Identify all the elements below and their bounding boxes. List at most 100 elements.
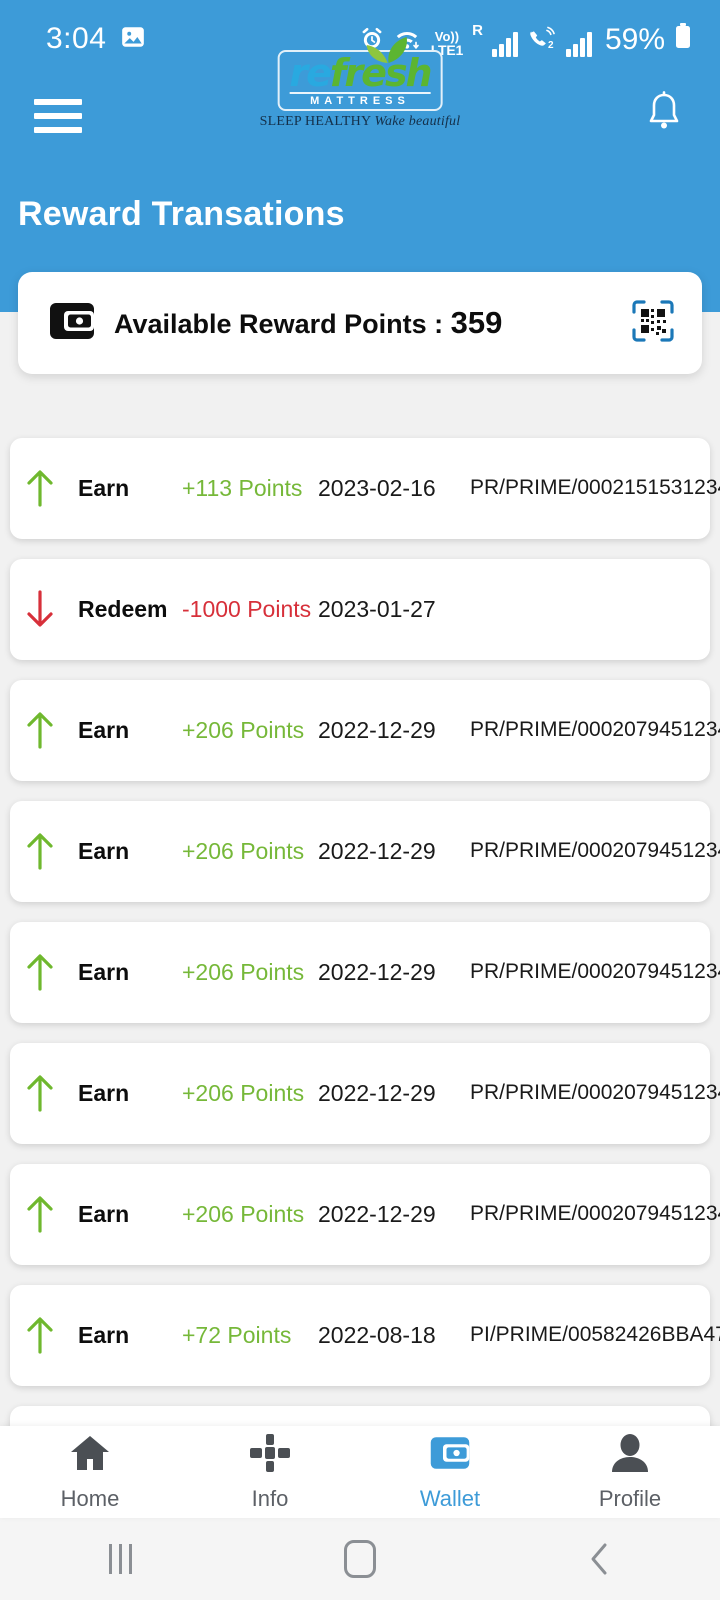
txn-type: Earn: [78, 1079, 130, 1106]
txn-points: +206 Points: [182, 716, 305, 743]
system-navigation-bar: [0, 1518, 720, 1600]
txn-date: 2022-12-29: [318, 1200, 436, 1227]
nav-item-home[interactable]: Home: [0, 1433, 180, 1512]
call-sim2-icon: 2: [527, 26, 557, 57]
bottom-navigation: Home Info Wallet Profile: [0, 1426, 720, 1518]
txn-reference: PR/PRIME/000207945123459: [470, 839, 720, 863]
battery-percent-label: 59%: [604, 22, 665, 56]
qr-scan-icon[interactable]: [630, 298, 676, 349]
txn-date: 2022-12-29: [318, 1079, 436, 1106]
txn-reference: PR/PRIME/000207945123460: [470, 718, 720, 742]
wallet-icon: [48, 299, 96, 348]
txn-points: +206 Points: [182, 837, 305, 864]
arrow-up-icon: [24, 951, 78, 993]
recents-icon[interactable]: [0, 1544, 240, 1574]
arrow-up-icon: [24, 709, 78, 751]
table-row[interactable]: Earn +206 Points 2022-12-29 PR/PRIME/000…: [10, 921, 720, 1023]
tagline-bold: SLEEP HEALTHY: [259, 114, 371, 130]
home-square-icon[interactable]: [240, 1540, 480, 1578]
txn-reference: PI/PRIME/00582426BBA47c: [470, 1323, 720, 1347]
txn-date: 2023-01-27: [318, 595, 436, 622]
person-icon: [609, 1433, 651, 1478]
logo-tagline: SLEEP HEALTHY Wake beautiful: [260, 114, 461, 130]
txn-type: Earn: [78, 837, 130, 864]
arrow-down-icon: [24, 588, 78, 630]
available-points-card: Available Reward Points : 359: [18, 272, 702, 374]
nav-item-profile[interactable]: Profile: [540, 1433, 720, 1512]
txn-date: 2022-08-18: [318, 1321, 436, 1348]
balance-section: Available Reward Points : 359: [0, 234, 720, 388]
page-title: Reward Transations: [18, 195, 345, 233]
arrow-up-icon: [24, 830, 78, 872]
txn-date: 2023-02-16: [318, 474, 436, 501]
txn-type: Earn: [78, 716, 130, 743]
battery-icon: [674, 22, 692, 55]
txn-reference: PR/PRIME/000207945123456: [470, 1202, 720, 1226]
signal-bars-2-icon: [565, 31, 592, 57]
nav-label-wallet: Wallet: [419, 1485, 481, 1511]
txn-date: 2022-12-29: [318, 837, 436, 864]
table-row[interactable]: Earn +72 Points 2022-08-18 PI/PRIME/0058…: [10, 1284, 720, 1386]
table-row-partial[interactable]: [10, 1405, 710, 1426]
home-icon: [69, 1433, 111, 1478]
bell-icon[interactable]: [642, 89, 686, 142]
txn-reference: PR/PRIME/000207945123457: [470, 1081, 720, 1105]
status-bar-left: 3:04: [46, 22, 146, 56]
hamburger-line: [34, 98, 82, 105]
table-row[interactable]: Earn +206 Points 2022-12-29 PR/PRIME/000…: [10, 1042, 720, 1144]
tagline-italic: Wake beautiful: [374, 114, 461, 130]
transaction-list[interactable]: Earn +113 Points 2023-02-16 PR/PRIME/000…: [0, 387, 720, 1426]
txn-type: Earn: [78, 474, 130, 501]
app-header: refresh MATTRESS SLEEP HEALTHY Wake beau…: [0, 37, 720, 153]
table-row[interactable]: Redeem -1000 Points 2023-01-27: [10, 558, 710, 660]
available-points-text: Available Reward Points : 359: [114, 305, 502, 341]
txn-reference: PR/PRIME/000207945123458: [470, 960, 720, 984]
logo-subtitle: MATTRESS: [289, 92, 431, 107]
txn-points: +72 Points: [182, 1321, 292, 1348]
back-chevron-icon[interactable]: [480, 1541, 720, 1577]
hamburger-line: [34, 126, 82, 133]
txn-date: 2022-12-29: [318, 958, 436, 985]
app-logo: refresh MATTRESS SLEEP HEALTHY Wake beau…: [260, 37, 461, 130]
leaf-icon: [363, 35, 415, 70]
photo-icon: [120, 24, 146, 55]
phone-screen: 3:04 Vo)) LTE1 R 2 59% refresh MATTRESS …: [0, 0, 720, 1600]
info-pad-icon: [249, 1433, 291, 1478]
txn-points: -1000 Points: [182, 595, 312, 622]
arrow-up-icon: [24, 1193, 78, 1235]
txn-points: +206 Points: [182, 1079, 305, 1106]
hamburger-line: [34, 112, 82, 119]
txn-points: +206 Points: [182, 1200, 305, 1227]
volte-line-1: Vo)): [434, 28, 460, 44]
roaming-icon: R: [472, 21, 483, 39]
status-bar-clock: 3:04: [46, 22, 107, 55]
nav-item-wallet[interactable]: Wallet: [360, 1433, 540, 1512]
nav-label-home: Home: [60, 1485, 120, 1511]
hamburger-menu-icon[interactable]: [34, 98, 82, 133]
txn-type: Earn: [78, 1321, 130, 1348]
txn-points: +113 Points: [182, 474, 303, 501]
arrow-up-icon: [24, 1314, 78, 1356]
arrow-up-icon: [24, 1072, 78, 1114]
signal-bars-1-icon: [491, 31, 518, 57]
recents-glyph: [108, 1544, 132, 1574]
home-square-glyph: [344, 1540, 376, 1578]
logo-badge: refresh MATTRESS: [277, 37, 443, 112]
page-title-band: Reward Transations: [0, 153, 720, 234]
available-points-label: Available Reward Points :: [114, 309, 444, 339]
logo-word-re: re: [289, 51, 331, 95]
txn-date: 2022-12-29: [318, 716, 436, 743]
wallet-icon: [429, 1433, 471, 1478]
txn-type: Earn: [78, 958, 130, 985]
txn-type: Earn: [78, 1200, 130, 1227]
svg-text:2: 2: [548, 40, 554, 51]
table-row[interactable]: Earn +206 Points 2022-12-29 PR/PRIME/000…: [10, 679, 720, 781]
arrow-up-icon: [24, 467, 78, 509]
nav-label-profile: Profile: [598, 1485, 662, 1511]
table-row[interactable]: Earn +206 Points 2022-12-29 PR/PRIME/000…: [10, 800, 720, 902]
nav-item-info[interactable]: Info: [180, 1433, 360, 1512]
nav-label-info: Info: [251, 1485, 289, 1511]
table-row[interactable]: Earn +113 Points 2023-02-16 PR/PRIME/000…: [10, 437, 720, 539]
available-points-value: 359: [450, 305, 503, 340]
table-row[interactable]: Earn +206 Points 2022-12-29 PR/PRIME/000…: [10, 1163, 720, 1265]
